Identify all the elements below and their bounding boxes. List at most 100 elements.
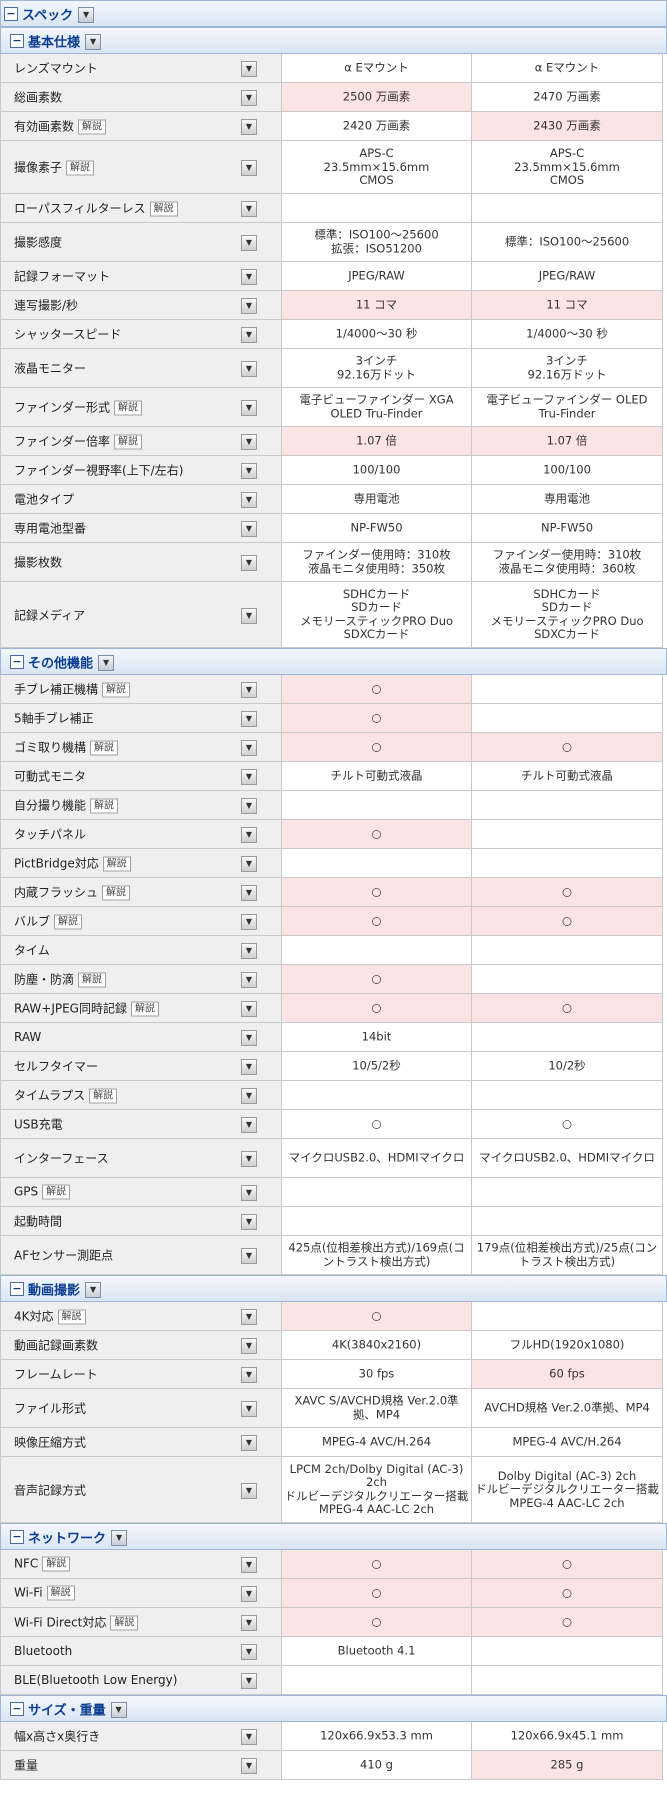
row-dropdown-icon[interactable]: ▼ (241, 298, 257, 314)
section-header-1[interactable]: − 基本仕様 ▼ (0, 27, 667, 54)
spec-label-cell: BLE(Bluetooth Low Energy) ▼ (0, 1666, 282, 1695)
explanation-link[interactable]: 解説 (90, 798, 119, 814)
explanation-link[interactable]: 解説 (89, 1088, 118, 1104)
spec-value: ○ (561, 739, 573, 754)
row-dropdown-icon[interactable]: ▼ (241, 1059, 257, 1075)
explanation-link[interactable]: 解説 (57, 1309, 86, 1325)
explanation-link[interactable]: 解説 (78, 119, 107, 135)
section-header-0[interactable]: − スペック ▼ (0, 0, 667, 27)
row-dropdown-icon[interactable]: ▼ (241, 682, 257, 698)
section-dropdown-icon[interactable]: ▼ (111, 1529, 128, 1546)
spec-value: ○ (371, 913, 382, 928)
explanation-link[interactable]: 解説 (46, 1585, 75, 1601)
row-dropdown-icon[interactable]: ▼ (241, 492, 257, 508)
row-dropdown-icon[interactable]: ▼ (241, 1088, 257, 1104)
row-dropdown-icon[interactable]: ▼ (241, 769, 257, 785)
row-dropdown-icon[interactable]: ▼ (241, 740, 257, 756)
section-dropdown-icon[interactable]: ▼ (78, 6, 95, 23)
row-dropdown-icon[interactable]: ▼ (241, 1001, 257, 1017)
row-dropdown-icon[interactable]: ▼ (241, 160, 257, 176)
collapse-toggle-icon[interactable]: − (10, 1529, 24, 1544)
spec-value: 3インチ 92.16万ドット (527, 353, 607, 381)
row-dropdown-icon[interactable]: ▼ (241, 269, 257, 285)
spec-value-cell-2: ○ (472, 1110, 663, 1139)
row-dropdown-icon[interactable]: ▼ (241, 943, 257, 959)
row-dropdown-icon[interactable]: ▼ (241, 1338, 257, 1354)
row-dropdown-icon[interactable]: ▼ (241, 607, 257, 624)
row-dropdown-icon[interactable]: ▼ (241, 1673, 257, 1689)
collapse-toggle-icon[interactable]: − (10, 1281, 24, 1296)
explanation-link[interactable]: 解説 (54, 914, 83, 930)
collapse-toggle-icon[interactable]: − (4, 6, 18, 21)
section-header-4[interactable]: − ネットワーク ▼ (0, 1523, 667, 1550)
row-dropdown-icon[interactable]: ▼ (241, 827, 257, 843)
row-dropdown-icon[interactable]: ▼ (241, 1615, 257, 1631)
row-dropdown-icon[interactable]: ▼ (241, 1151, 257, 1167)
spec-value-cell-2: 電子ビューファインダー OLED Tru-Finder (472, 388, 663, 427)
row-dropdown-icon[interactable]: ▼ (241, 711, 257, 727)
section-header-5[interactable]: − サイズ・重量 ▼ (0, 1695, 667, 1722)
row-dropdown-icon[interactable]: ▼ (241, 1644, 257, 1660)
spec-label: 動画記録画素数 (14, 1337, 98, 1354)
explanation-link[interactable]: 解説 (102, 682, 131, 698)
explanation-link[interactable]: 解説 (130, 1001, 159, 1017)
explanation-link[interactable]: 解説 (114, 400, 143, 416)
explanation-link[interactable]: 解説 (114, 434, 143, 450)
row-dropdown-icon[interactable]: ▼ (241, 1435, 257, 1451)
spec-value: チルト可動式液晶 (330, 768, 423, 783)
row-dropdown-icon[interactable]: ▼ (241, 914, 257, 930)
row-dropdown-icon[interactable]: ▼ (241, 1117, 257, 1133)
explanation-link[interactable]: 解説 (78, 972, 107, 988)
row-dropdown-icon[interactable]: ▼ (241, 201, 257, 217)
collapse-toggle-icon[interactable]: − (10, 1701, 24, 1716)
row-dropdown-icon[interactable]: ▼ (241, 1729, 257, 1745)
row-dropdown-icon[interactable]: ▼ (241, 327, 257, 343)
row-dropdown-icon[interactable]: ▼ (241, 119, 257, 135)
section-header-3[interactable]: − 動画撮影 ▼ (0, 1275, 667, 1302)
row-dropdown-icon[interactable]: ▼ (241, 1557, 257, 1573)
collapse-toggle-icon[interactable]: − (10, 33, 24, 48)
row-dropdown-icon[interactable]: ▼ (241, 61, 257, 77)
section-header-2[interactable]: − その他機能 ▼ (0, 648, 667, 675)
collapse-toggle-icon[interactable]: − (10, 654, 24, 669)
explanation-link[interactable]: 解説 (42, 1556, 71, 1572)
spec-row: フレームレート ▼ 30 fps 60 fps (0, 1360, 667, 1389)
row-dropdown-icon[interactable]: ▼ (241, 1185, 257, 1201)
section-dropdown-icon[interactable]: ▼ (85, 1281, 102, 1298)
section-dropdown-icon[interactable]: ▼ (98, 654, 115, 671)
explanation-link[interactable]: 解説 (42, 1184, 71, 1200)
row-dropdown-icon[interactable]: ▼ (241, 90, 257, 106)
row-dropdown-icon[interactable]: ▼ (241, 1482, 257, 1499)
row-dropdown-icon[interactable]: ▼ (241, 972, 257, 988)
row-dropdown-icon[interactable]: ▼ (241, 400, 257, 416)
spec-row: NFC 解説 ▼ ○ ○ (0, 1550, 667, 1579)
row-dropdown-icon[interactable]: ▼ (241, 1030, 257, 1046)
explanation-link[interactable]: 解説 (66, 160, 95, 176)
row-dropdown-icon[interactable]: ▼ (241, 521, 257, 537)
spec-label-text: 有効画素数 (14, 119, 75, 134)
row-dropdown-icon[interactable]: ▼ (241, 1214, 257, 1230)
row-dropdown-icon[interactable]: ▼ (241, 555, 257, 571)
row-dropdown-icon[interactable]: ▼ (241, 885, 257, 901)
row-dropdown-icon[interactable]: ▼ (241, 1401, 257, 1417)
row-dropdown-icon[interactable]: ▼ (241, 463, 257, 479)
explanation-link[interactable]: 解説 (102, 856, 131, 872)
row-dropdown-icon[interactable]: ▼ (241, 361, 257, 377)
row-dropdown-icon[interactable]: ▼ (241, 856, 257, 872)
explanation-link[interactable]: 解説 (102, 885, 131, 901)
spec-value-cell-2: AVCHD規格 Ver.2.0準拠、MP4 (472, 1389, 663, 1428)
spec-label: 液晶モニター (14, 360, 86, 377)
row-dropdown-icon[interactable]: ▼ (241, 1309, 257, 1325)
explanation-link[interactable]: 解説 (149, 201, 178, 217)
explanation-link[interactable]: 解説 (90, 740, 119, 756)
section-dropdown-icon[interactable]: ▼ (85, 33, 102, 50)
row-dropdown-icon[interactable]: ▼ (241, 1586, 257, 1602)
row-dropdown-icon[interactable]: ▼ (241, 1248, 257, 1264)
row-dropdown-icon[interactable]: ▼ (241, 798, 257, 814)
row-dropdown-icon[interactable]: ▼ (241, 1367, 257, 1383)
row-dropdown-icon[interactable]: ▼ (241, 434, 257, 450)
section-dropdown-icon[interactable]: ▼ (110, 1701, 127, 1718)
row-dropdown-icon[interactable]: ▼ (241, 235, 257, 251)
row-dropdown-icon[interactable]: ▼ (241, 1758, 257, 1774)
explanation-link[interactable]: 解説 (110, 1615, 139, 1631)
